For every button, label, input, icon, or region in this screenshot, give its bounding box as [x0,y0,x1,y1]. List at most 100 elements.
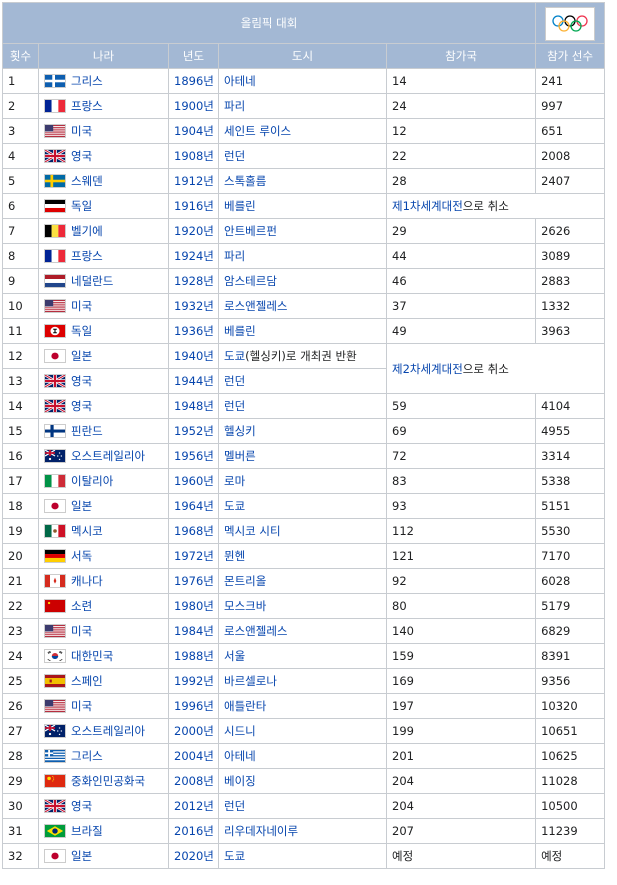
year-link[interactable]: 1932년 [174,299,214,313]
city-link[interactable]: 런던 [224,799,245,813]
year-link[interactable]: 1956년 [174,449,214,463]
year-link[interactable]: 1964년 [174,499,214,513]
flag-icon-belgium[interactable] [44,224,66,238]
year-link[interactable]: 1928년 [174,274,214,288]
city-link[interactable]: 멜버른 [224,449,256,463]
country-link[interactable]: 오스트레일리아 [71,720,145,743]
year-link[interactable]: 1968년 [174,524,214,538]
country-link[interactable]: 대한민국 [71,645,113,668]
city-link[interactable]: 모스크바 [224,599,266,613]
flag-icon-brazil[interactable] [44,824,66,838]
city-link[interactable]: 베이징 [224,774,256,788]
flag-icon-usa[interactable] [44,299,66,313]
flag-icon-italy[interactable] [44,474,66,488]
city-link[interactable]: 애틀란타 [224,699,266,713]
city-link[interactable]: 뮌헨 [224,549,245,563]
city-link[interactable]: 베를린 [224,324,256,338]
flag-icon-korea[interactable] [44,649,66,663]
city-link[interactable]: 아테네 [224,749,256,763]
flag-icon-netherlands[interactable] [44,274,66,288]
city-link[interactable]: 안트베르펀 [224,224,277,238]
year-link[interactable]: 2008년 [174,774,214,788]
country-link[interactable]: 그리스 [71,745,103,768]
country-link[interactable]: 네덜란드 [71,270,113,293]
city-link[interactable]: 파리 [224,99,245,113]
flag-icon-usa[interactable] [44,699,66,713]
country-link[interactable]: 서독 [71,545,92,568]
country-link[interactable]: 일본 [71,495,92,518]
city-link[interactable]: 로마 [224,474,245,488]
country-link[interactable]: 중화인민공화국 [71,770,145,793]
flag-icon-canada[interactable] [44,574,66,588]
year-link[interactable]: 1988년 [174,649,214,663]
city-link[interactable]: 도쿄 [224,499,245,513]
year-link[interactable]: 1896년 [174,74,214,88]
flag-icon-greece-old[interactable] [44,74,66,88]
flag-icon-france[interactable] [44,99,66,113]
flag-icon-china[interactable] [44,774,66,788]
country-link[interactable]: 핀란드 [71,420,103,443]
city-link[interactable]: 스톡홀름 [224,174,266,188]
flag-icon-greece[interactable] [44,749,66,763]
country-link[interactable]: 스웨덴 [71,170,103,193]
country-link[interactable]: 스페인 [71,670,103,693]
flag-icon-germany[interactable] [44,549,66,563]
flag-icon-uk[interactable] [44,799,66,813]
country-link[interactable]: 미국 [71,120,92,143]
city-link[interactable]: 리우데자네이루 [224,824,298,838]
city-link[interactable]: 런던 [224,399,245,413]
flag-icon-uk[interactable] [44,149,66,163]
year-link[interactable]: 1960년 [174,474,214,488]
country-link[interactable]: 미국 [71,695,92,718]
year-link[interactable]: 1972년 [174,549,214,563]
flag-icon-japan[interactable] [44,849,66,863]
flag-icon-ussr[interactable] [44,599,66,613]
city-link[interactable]: 멕시코 시티 [224,524,281,538]
city-link[interactable]: 도쿄 [224,849,245,863]
year-link[interactable]: 1944년 [174,374,214,388]
year-link[interactable]: 1924년 [174,249,214,263]
city-link[interactable]: 로스앤젤레스 [224,299,287,313]
country-link[interactable]: 독일 [71,320,92,343]
country-link[interactable]: 멕시코 [71,520,103,543]
country-link[interactable]: 영국 [71,370,92,393]
flag-icon-usa[interactable] [44,624,66,638]
country-link[interactable]: 미국 [71,295,92,318]
city-link[interactable]: 런던 [224,374,245,388]
year-link[interactable]: 1916년 [174,199,214,213]
flag-icon-australia[interactable] [44,449,66,463]
country-link[interactable]: 일본 [71,845,92,868]
flag-icon-france[interactable] [44,249,66,263]
city-link[interactable]: 서울 [224,649,245,663]
year-link[interactable]: 1904년 [174,124,214,138]
country-link[interactable]: 캐나다 [71,570,103,593]
country-link[interactable]: 미국 [71,620,92,643]
year-link[interactable]: 2000년 [174,724,214,738]
flag-icon-uk[interactable] [44,399,66,413]
year-link[interactable]: 1920년 [174,224,214,238]
year-link[interactable]: 1912년 [174,174,214,188]
year-link[interactable]: 2004년 [174,749,214,763]
city-link[interactable]: 로스앤젤레스 [224,624,287,638]
year-link[interactable]: 1936년 [174,324,214,338]
year-link[interactable]: 1900년 [174,99,214,113]
city-link[interactable]: 파리 [224,249,245,263]
city-link[interactable]: 아테네 [224,74,256,88]
country-link[interactable]: 그리스 [71,70,103,93]
city-link[interactable]: 헬싱키 [224,424,256,438]
year-link[interactable]: 1980년 [174,599,214,613]
year-link[interactable]: 2016년 [174,824,214,838]
flag-icon-german-empire[interactable] [44,199,66,213]
flag-icon-japan[interactable] [44,349,66,363]
year-link[interactable]: 1908년 [174,149,214,163]
country-link[interactable]: 오스트레일리아 [71,445,145,468]
city-link[interactable]: 세인트 루이스 [224,124,291,138]
country-link[interactable]: 벨기에 [71,220,103,243]
olympic-rings-icon[interactable] [545,6,596,41]
city-link[interactable]: 런던 [224,149,245,163]
year-link[interactable]: 1952년 [174,424,214,438]
flag-icon-australia[interactable] [44,724,66,738]
flag-icon-japan[interactable] [44,499,66,513]
war-link[interactable]: 제1차세계대전 [392,199,463,213]
city-link[interactable]: 베를린 [224,199,256,213]
